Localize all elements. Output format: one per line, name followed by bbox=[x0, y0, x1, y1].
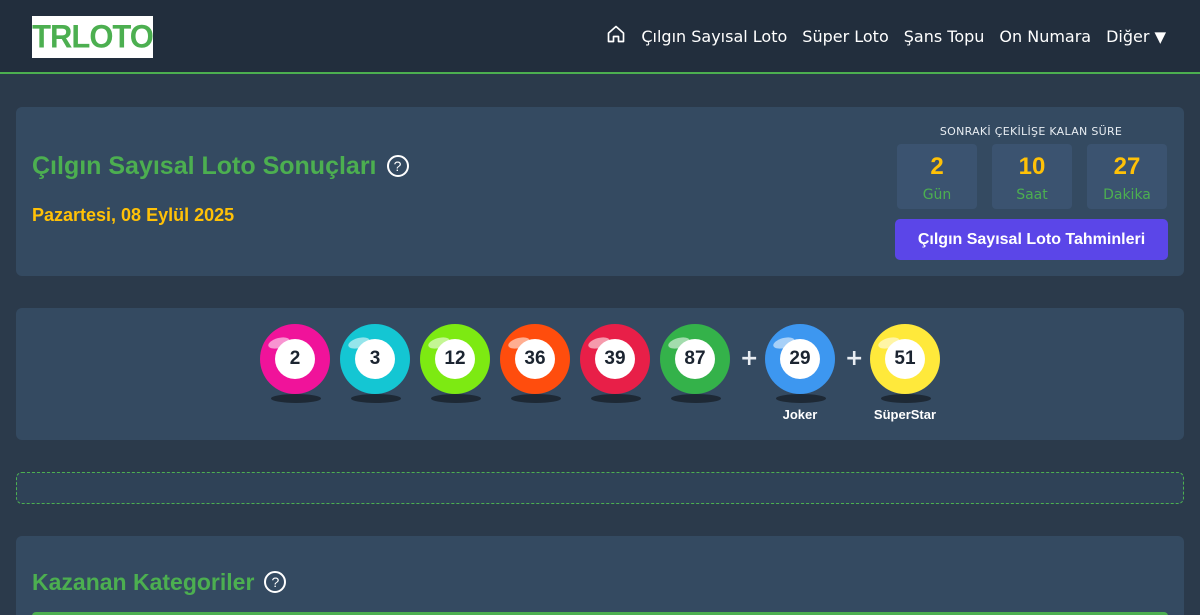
joker-label: Joker bbox=[782, 407, 818, 422]
home-icon[interactable] bbox=[606, 24, 626, 48]
joker-ball: 29 bbox=[765, 324, 835, 394]
ball-number: 2 bbox=[275, 339, 315, 379]
ball-shadow bbox=[671, 394, 721, 403]
plus-icon: + bbox=[845, 346, 864, 371]
page-title: Çılgın Sayısal Loto Sonuçları? bbox=[32, 152, 409, 181]
number-ball-3: 12 bbox=[420, 324, 490, 394]
predictions-button[interactable]: Çılgın Sayısal Loto Tahminleri bbox=[895, 219, 1168, 260]
ball-number: 3 bbox=[355, 339, 395, 379]
countdown-hours-value: 10 bbox=[1018, 153, 1046, 180]
ball-number: 39 bbox=[595, 339, 635, 379]
winners-card: Kazanan Kategoriler? bbox=[16, 536, 1184, 615]
countdown-hours-unit: Saat bbox=[1016, 187, 1048, 203]
superstar-ball: 51 bbox=[870, 324, 940, 394]
nav-item-cilgin-sayisal[interactable]: Çılgın Sayısal Loto bbox=[641, 27, 787, 46]
ball-shadow bbox=[881, 394, 931, 403]
ball-number: 87 bbox=[675, 339, 715, 379]
site-logo[interactable]: TRLOTO bbox=[32, 16, 154, 58]
plus-icon: + bbox=[740, 346, 759, 371]
ball-shadow bbox=[591, 394, 641, 403]
countdown-days-value: 2 bbox=[930, 153, 944, 180]
help-icon[interactable]: ? bbox=[386, 155, 409, 177]
joker-number: 29 bbox=[780, 339, 820, 379]
superstar-number: 51 bbox=[885, 339, 925, 379]
ball-shadow bbox=[351, 394, 401, 403]
countdown-days-unit: Gün bbox=[922, 187, 952, 203]
result-header-card: Çılgın Sayısal Loto Sonuçları? Pazartesi… bbox=[16, 107, 1184, 276]
caret-down-icon: ▼ bbox=[1154, 27, 1166, 46]
ball-number: 36 bbox=[515, 339, 555, 379]
countdown-minutes-unit: Dakika bbox=[1103, 187, 1151, 203]
winners-title: Kazanan Kategoriler? bbox=[32, 569, 287, 596]
nav-item-diger-label: Diğer bbox=[1106, 26, 1150, 46]
draw-date: Pazartesi, 08 Eylül 2025 bbox=[32, 205, 235, 225]
countdown-label: SONRAKİ ÇEKİLİŞE KALAN SÜRE bbox=[939, 125, 1123, 138]
ball-shadow bbox=[511, 394, 561, 403]
nav-item-on-numara[interactable]: On Numara bbox=[999, 27, 1091, 46]
countdown-days: 2 Gün bbox=[897, 144, 977, 209]
number-ball-6: 87 bbox=[660, 324, 730, 394]
superstar-label: SüperStar bbox=[873, 407, 937, 422]
page-title-text: Çılgın Sayısal Loto Sonuçları bbox=[32, 152, 377, 180]
countdown-minutes: 27 Dakika bbox=[1087, 144, 1167, 209]
winners-title-text: Kazanan Kategoriler bbox=[32, 569, 255, 595]
number-ball-1: 2 bbox=[260, 324, 330, 394]
ball-number: 12 bbox=[435, 339, 475, 379]
top-navbar: TRLOTO Çılgın Sayısal Loto Süper Loto Şa… bbox=[0, 0, 1200, 74]
draw-numbers-card: 2 3 12 36 39 87 + 29 Joker + 51 SüperSta… bbox=[16, 308, 1184, 440]
number-ball-5: 39 bbox=[580, 324, 650, 394]
ball-shadow bbox=[431, 394, 481, 403]
number-ball-2: 3 bbox=[340, 324, 410, 394]
countdown-hours: 10 Saat bbox=[992, 144, 1072, 209]
main-nav: Çılgın Sayısal Loto Süper Loto Şans Topu… bbox=[606, 24, 1166, 48]
nav-item-super-loto[interactable]: Süper Loto bbox=[802, 27, 888, 46]
number-ball-4: 36 bbox=[500, 324, 570, 394]
help-icon[interactable]: ? bbox=[264, 571, 287, 593]
ball-shadow bbox=[271, 394, 321, 403]
nav-item-sans-topu[interactable]: Şans Topu bbox=[904, 27, 985, 46]
countdown-minutes-value: 27 bbox=[1113, 153, 1141, 180]
nav-item-diger[interactable]: Diğer ▼ bbox=[1106, 27, 1166, 46]
ball-shadow bbox=[776, 394, 826, 403]
ad-placeholder bbox=[16, 472, 1184, 504]
